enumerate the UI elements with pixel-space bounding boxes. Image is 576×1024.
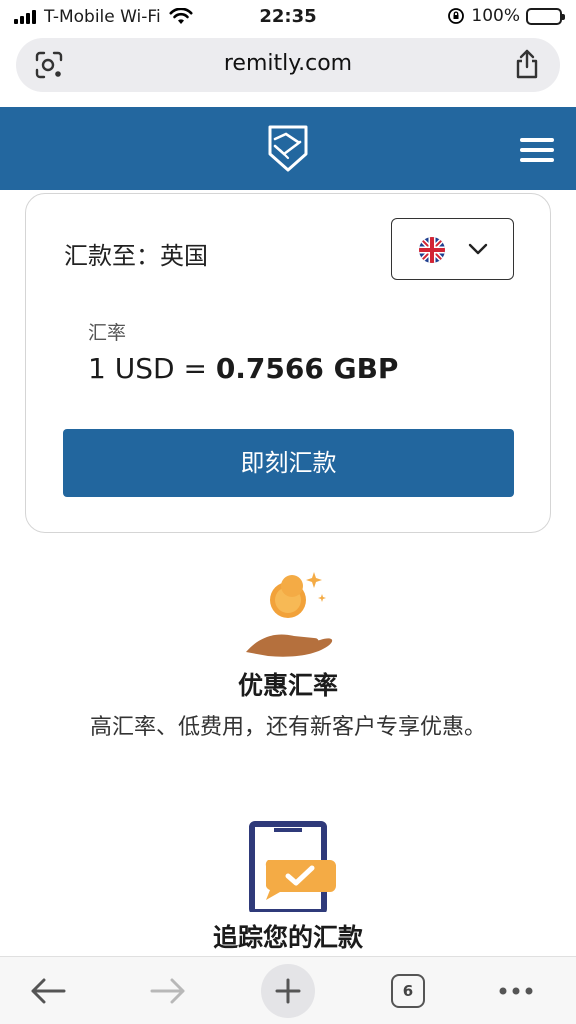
arrow-left-icon [31,978,66,1004]
more-button[interactable] [488,957,544,1024]
plus-circle[interactable] [261,964,315,1018]
send-now-button[interactable]: 即刻汇款 [63,429,514,497]
phone-check-icon [249,821,336,912]
forward-button[interactable] [140,957,196,1024]
battery-icon [526,7,565,25]
chevron-down-icon [468,243,488,255]
address-bar[interactable]: remitly.com [16,38,560,92]
coin-hand-icon [246,572,333,657]
feature-description-rates: 高汇率、低费用，还有新客户专享优惠。 [89,715,486,740]
exchange-rate: 1 USD = 0.7566 GBP [88,352,398,385]
status-right: 100% [447,6,565,26]
tabs-button[interactable]: 6 [380,957,436,1024]
share-icon[interactable] [514,48,540,80]
more-dots-icon [499,987,533,995]
send-to-text: 汇款至：英国 [64,236,208,271]
back-button[interactable] [20,957,76,1024]
feature-title-rates: 优惠汇率 [237,671,338,700]
new-tab-button[interactable] [260,957,316,1024]
status-bar: T-Mobile Wi-Fi 22:35 100% [0,0,576,34]
url-text[interactable]: remitly.com [16,51,560,76]
exchange-rate-label: 汇率 [88,322,127,344]
menu-icon[interactable] [520,138,554,168]
country-dropdown[interactable] [391,218,514,280]
uk-flag-icon [419,237,445,263]
rate-prefix: 1 USD = [88,352,216,385]
send-to-label: 汇款至： [64,242,160,270]
browser-toolbar: 6 [0,956,576,1024]
tab-count[interactable]: 6 [391,974,425,1008]
remitly-logo-icon[interactable] [266,124,310,172]
feature-title-track: 追踪您的汇款 [212,923,363,952]
send-money-card: 汇款至：英国 汇率 1 USD = 0.7566 GBP 即刻汇款 [25,193,551,533]
battery-percent: 100% [471,6,520,26]
site-header [0,107,576,190]
plus-icon [275,978,301,1004]
destination-country: 英国 [160,242,208,270]
arrow-right-icon [150,978,185,1004]
orientation-lock-icon [448,8,465,24]
rate-value: 0.7566 GBP [215,352,399,385]
